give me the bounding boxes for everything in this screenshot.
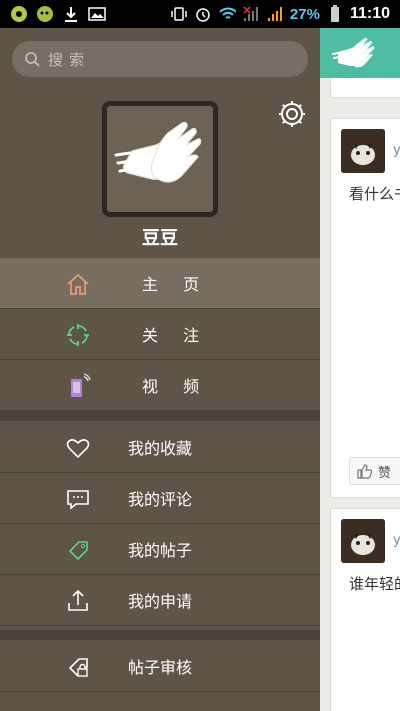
menu-item-label: 我的评论 <box>128 490 193 509</box>
search-input[interactable]: 搜索 <box>12 41 308 77</box>
menu-item-favorites[interactable]: 我的收藏 <box>0 422 320 473</box>
wechat-notification-icon <box>36 5 54 23</box>
menu-item-label: 我的帖子 <box>128 541 193 560</box>
menu-item-home[interactable]: 主 页 <box>0 258 320 309</box>
phone-video-icon <box>64 372 92 400</box>
nav-drawer: 搜索 豆豆 主 页 关 注 视 频 我的收藏 我的评论 我的帖子 我的申请 帖子… <box>0 28 320 711</box>
target-icon <box>64 321 92 349</box>
home-icon <box>64 270 92 298</box>
battery-percent: 27% <box>289 5 320 23</box>
menu-item-label: 关 注 <box>142 326 210 345</box>
menu-item-label: 视 频 <box>142 377 210 396</box>
like-button[interactable]: 赞 <box>349 457 400 485</box>
menu-item-video[interactable]: 视 频 <box>0 360 320 411</box>
tag-icon <box>64 536 92 564</box>
thumbs-up-icon <box>357 464 372 479</box>
settings-gear-icon[interactable] <box>276 98 308 130</box>
previous-card-bottom <box>330 78 400 98</box>
divider <box>0 411 320 421</box>
upload-icon <box>64 587 92 615</box>
admin-menu: 帖子审核 <box>0 641 320 692</box>
alarm-icon <box>194 5 212 23</box>
app-notification-icon <box>10 5 28 23</box>
lock-tag-icon <box>64 653 92 681</box>
avatar[interactable] <box>102 101 218 217</box>
post-card[interactable]: y 谁年轻的 <box>330 508 400 711</box>
vibrate-icon <box>170 5 188 23</box>
post-text: 谁年轻的 <box>349 575 400 593</box>
post-avatar[interactable] <box>341 519 385 563</box>
heart-icon <box>64 434 92 462</box>
clapping-hands-icon <box>114 121 202 183</box>
post-card[interactable]: y 看什么书 赞 <box>330 118 400 498</box>
comment-icon <box>64 485 92 513</box>
menu-item-label: 主 页 <box>142 275 210 294</box>
signal-no-service-icon <box>242 5 260 23</box>
download-icon <box>62 5 80 23</box>
menu-item-posts[interactable]: 我的帖子 <box>0 524 320 575</box>
clapping-hands-logo-icon[interactable] <box>332 36 378 72</box>
menu-item-label: 我的收藏 <box>128 439 193 458</box>
wifi-icon <box>218 5 236 23</box>
username: 豆豆 <box>142 228 178 248</box>
main-header <box>320 28 400 78</box>
search-icon <box>25 52 40 67</box>
main-content: y 看什么书 赞 y 谁年轻的 <box>320 28 400 711</box>
battery-icon <box>326 5 344 23</box>
menu-item-label: 帖子审核 <box>128 658 193 677</box>
menu-item-label: 我的申请 <box>128 592 193 611</box>
menu-item-follow[interactable]: 关 注 <box>0 309 320 360</box>
image-notification-icon <box>88 5 106 23</box>
clock: 11:10 <box>349 5 390 22</box>
post-username: y <box>393 143 400 158</box>
post-avatar[interactable] <box>341 129 385 173</box>
personal-menu: 我的收藏 我的评论 我的帖子 我的申请 <box>0 422 320 626</box>
search-placeholder: 搜索 <box>48 50 91 69</box>
post-username: y <box>393 533 400 548</box>
post-text: 看什么书 <box>349 185 400 203</box>
menu-item-applications[interactable]: 我的申请 <box>0 575 320 626</box>
like-label: 赞 <box>378 465 392 481</box>
menu-item-comments[interactable]: 我的评论 <box>0 473 320 524</box>
menu-item-post-review[interactable]: 帖子审核 <box>0 641 320 692</box>
divider <box>0 630 320 640</box>
status-bar: 27% 11:10 <box>0 0 400 28</box>
signal-g-icon <box>266 5 284 23</box>
primary-menu: 主 页 关 注 视 频 <box>0 258 320 411</box>
